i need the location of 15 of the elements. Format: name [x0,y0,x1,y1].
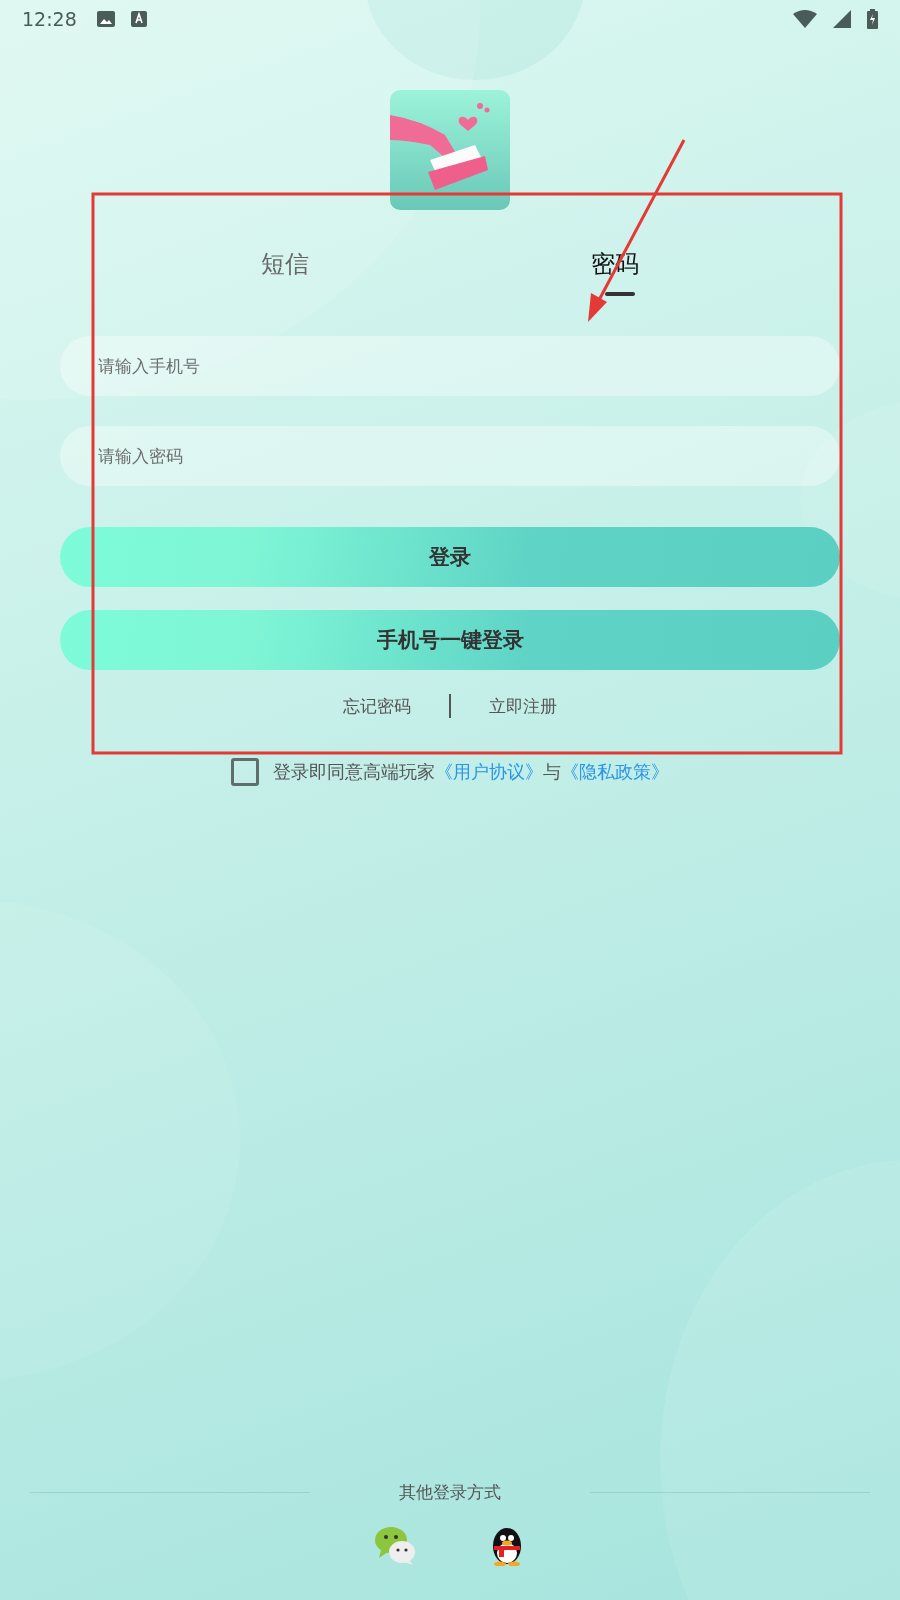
font-icon [130,11,147,27]
login-button[interactable]: 登录 [60,527,840,587]
other-login-label: 其他登录方式 [398,1481,502,1504]
login-tab[interactable]: 短信 [205,240,365,298]
agreement-text: 登录即同意高端玩家《用户协议》与《隐私政策》 [273,760,669,784]
chat-bubbles-icon[interactable] [375,1526,417,1566]
forgot-password-link[interactable]: 忘记密码 [343,694,411,718]
agreement-checkbox[interactable] [231,758,259,786]
image-icon [96,11,115,27]
one-tap-login-button[interactable]: 手机号一键登录 [60,610,840,670]
wifi-icon [793,10,817,28]
status-time: 12:28 [22,8,77,30]
register-link[interactable]: 立即注册 [489,694,557,718]
battery-icon [867,9,878,29]
signal-icon [833,10,851,28]
